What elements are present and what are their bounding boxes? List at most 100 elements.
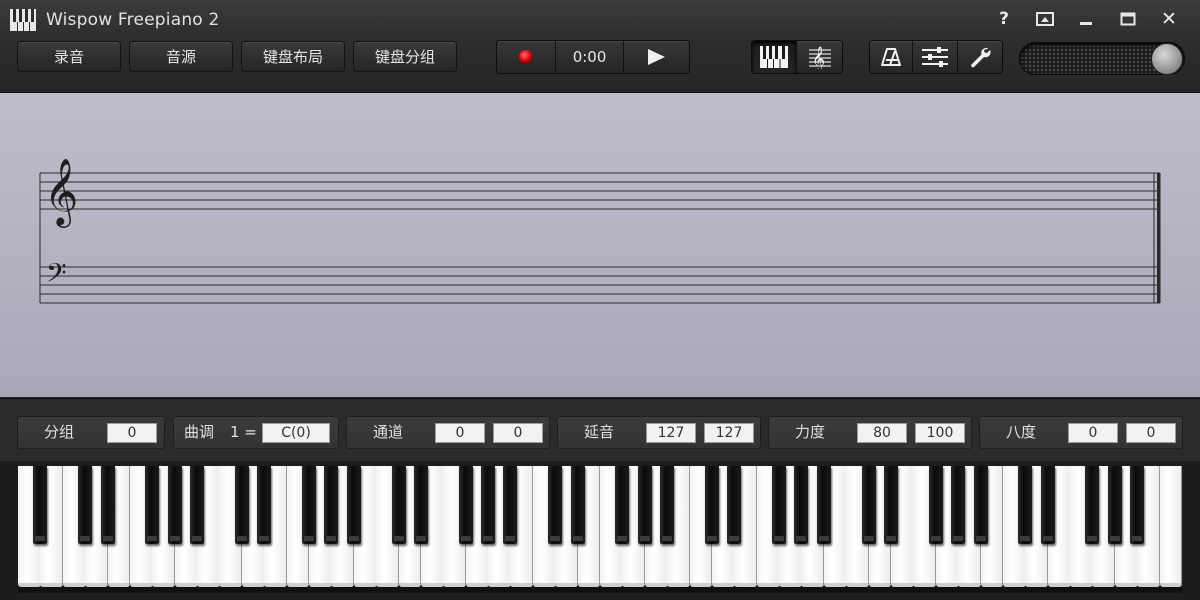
black-key[interactable] (861, 466, 876, 544)
mini-mode-button[interactable] (1031, 6, 1059, 32)
black-key[interactable] (458, 466, 473, 544)
black-key[interactable] (973, 466, 988, 544)
treble-clef-score-icon: 𝄞 (808, 46, 831, 69)
tools-group (869, 40, 1003, 74)
sustain-label: 延音 (584, 423, 615, 441)
black-key[interactable] (190, 466, 205, 544)
velocity-value-2[interactable]: 100 (915, 423, 965, 443)
velocity-value-1[interactable]: 80 (857, 423, 907, 443)
help-button[interactable]: ? (990, 6, 1018, 32)
keyboard-group-button[interactable]: 键盘分组 (353, 41, 457, 72)
maximize-icon (1120, 12, 1136, 26)
black-key[interactable] (1018, 466, 1033, 544)
black-key[interactable] (884, 466, 898, 544)
black-key[interactable] (772, 466, 787, 544)
keyboard-layout-button[interactable]: 键盘布局 (241, 41, 345, 72)
black-key[interactable] (615, 466, 630, 544)
black-key[interactable] (324, 466, 339, 544)
black-key[interactable] (234, 466, 249, 544)
sustain-field: 延音 127 127 (557, 416, 761, 449)
sliders-icon (922, 47, 948, 67)
key-value[interactable]: C(0) (262, 423, 330, 443)
freepiano-window: Wispow Freepiano 2 ? ✕ 录音 音源 键盘布局 键盘分组 0… (0, 0, 1200, 600)
piano-view-button[interactable] (752, 41, 798, 73)
score-panel: 𝄞 𝄢 (0, 93, 1200, 397)
black-key[interactable] (346, 466, 361, 544)
group-field: 分组 0 (17, 416, 165, 449)
channel-label: 通道 (373, 423, 404, 441)
app-piano-icon (10, 9, 36, 31)
close-button[interactable]: ✕ (1155, 6, 1183, 32)
black-key[interactable] (928, 466, 943, 544)
black-key[interactable] (637, 466, 652, 544)
grand-staff: 𝄞 𝄢 (39, 157, 1161, 304)
octave-field: 八度 0 0 (979, 416, 1183, 449)
score-view-button[interactable]: 𝄞 (797, 41, 842, 73)
black-key[interactable] (1130, 466, 1145, 544)
piano-icon (760, 46, 788, 68)
group-label: 分组 (44, 423, 75, 441)
velocity-label: 力度 (795, 423, 826, 441)
black-key[interactable] (548, 466, 563, 544)
mixer-button[interactable] (913, 41, 958, 73)
settings-button[interactable] (957, 41, 1002, 73)
volume-knob[interactable] (1151, 43, 1183, 75)
black-key[interactable] (704, 466, 719, 544)
sound-source-button[interactable]: 音源 (129, 41, 233, 72)
maximize-button[interactable] (1114, 6, 1142, 32)
black-key[interactable] (302, 466, 316, 544)
black-key[interactable] (481, 466, 496, 544)
metronome-icon (881, 48, 902, 66)
octave-label: 八度 (1006, 423, 1037, 441)
record-icon (519, 50, 534, 64)
bass-clef: 𝄢 (46, 257, 67, 295)
black-key[interactable] (78, 466, 93, 544)
volume-slider[interactable] (1019, 42, 1185, 75)
key-prefix: 1 = (230, 423, 257, 441)
wrench-icon (971, 47, 991, 68)
black-key[interactable] (145, 466, 160, 544)
black-key[interactable] (100, 466, 115, 544)
black-key[interactable] (816, 466, 831, 544)
velocity-field: 力度 80 100 (768, 416, 972, 449)
record-mode-button[interactable]: 录音 (17, 41, 121, 72)
metronome-button[interactable] (870, 41, 914, 73)
time-display: 0:00 (556, 41, 624, 73)
black-key[interactable] (167, 466, 182, 544)
black-key[interactable] (727, 466, 742, 544)
play-button[interactable] (623, 41, 689, 73)
black-key[interactable] (1107, 466, 1122, 544)
sustain-value-2[interactable]: 127 (704, 423, 754, 443)
view-mode-switch: 𝄞 (751, 40, 843, 74)
black-key[interactable] (951, 466, 966, 544)
black-key[interactable] (1040, 466, 1055, 544)
record-button[interactable] (497, 41, 557, 73)
black-key[interactable] (1085, 466, 1100, 544)
octave-value-2[interactable]: 0 (1126, 423, 1176, 443)
minimize-button[interactable] (1072, 6, 1100, 32)
black-key[interactable] (660, 466, 675, 544)
black-key[interactable] (33, 466, 48, 544)
octave-value-1[interactable]: 0 (1068, 423, 1118, 443)
black-key[interactable] (794, 466, 809, 544)
group-value[interactable]: 0 (107, 423, 157, 443)
score-icon-clef: 𝄞 (812, 46, 825, 69)
key-field: 曲调 1 = C(0) (173, 416, 339, 449)
black-key[interactable] (257, 466, 272, 544)
treble-clef: 𝄞 (44, 157, 78, 228)
black-key[interactable] (570, 466, 585, 544)
white-key[interactable] (1159, 466, 1183, 587)
channel-field: 通道 0 0 (346, 416, 550, 449)
sustain-value-1[interactable]: 127 (646, 423, 696, 443)
piano-keyboard (18, 466, 1183, 593)
play-icon (648, 49, 666, 65)
channel-value-2[interactable]: 0 (493, 423, 543, 443)
black-key[interactable] (413, 466, 428, 544)
title-toolbar: Wispow Freepiano 2 ? ✕ 录音 音源 键盘布局 键盘分组 0… (0, 0, 1200, 93)
black-key[interactable] (503, 466, 518, 544)
black-key[interactable] (391, 466, 406, 544)
transport-controls: 0:00 (496, 40, 690, 74)
piano-keyboard-panel (0, 461, 1200, 600)
window-title: Wispow Freepiano 2 (46, 10, 220, 30)
channel-value-1[interactable]: 0 (435, 423, 485, 443)
